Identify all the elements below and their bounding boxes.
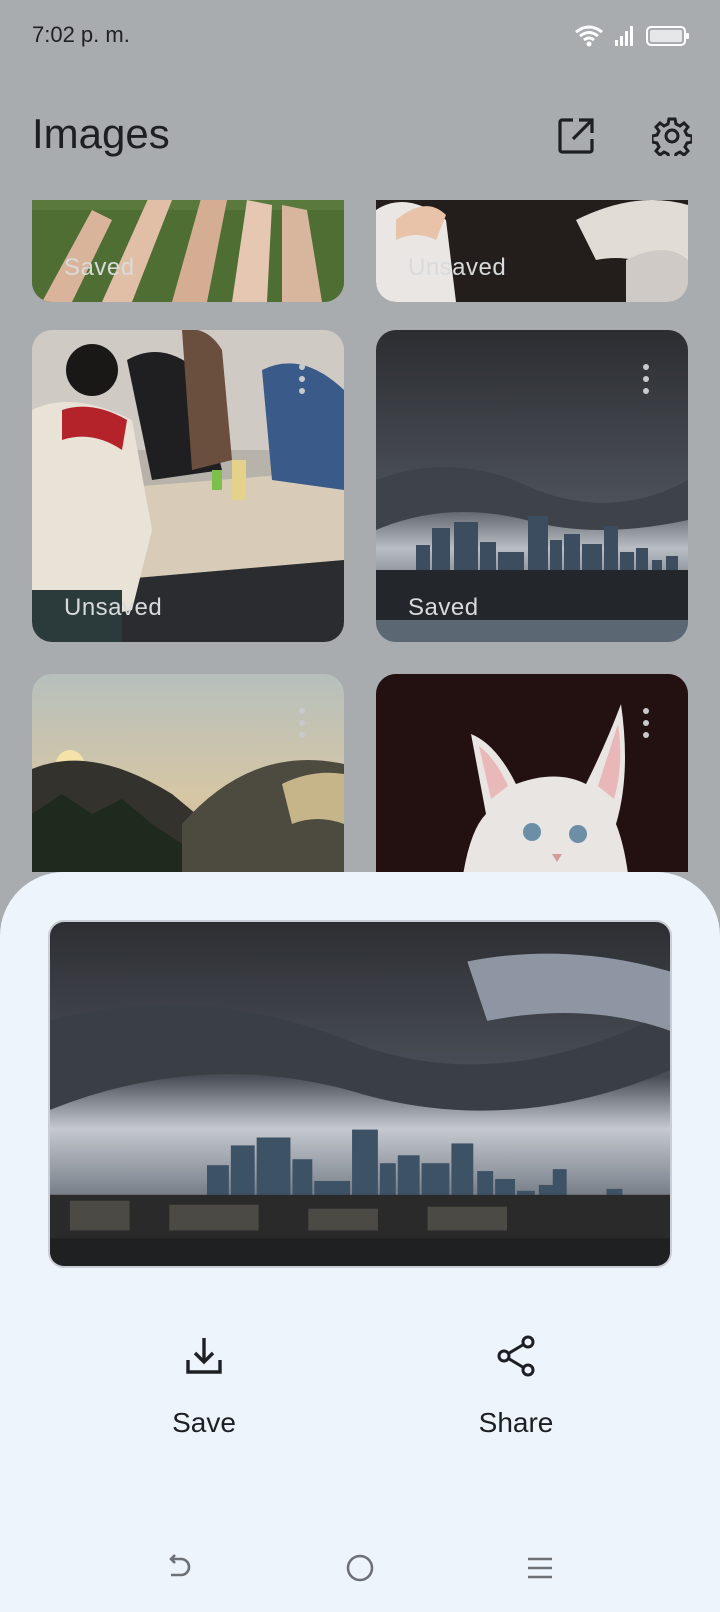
image-grid: Saved Unsaved Unsaved Saved (0, 200, 720, 872)
tile-overflow-menu-button[interactable] (640, 708, 652, 738)
image-thumbnail (376, 674, 688, 872)
app-bar: Images (0, 100, 720, 180)
image-tile[interactable]: Unsaved (32, 330, 344, 642)
image-thumbnail (376, 200, 688, 302)
tile-overflow-menu-button[interactable] (296, 364, 308, 394)
menu-icon (528, 1557, 552, 1579)
settings-button[interactable] (648, 112, 696, 160)
image-tile[interactable]: Saved (32, 200, 344, 302)
nav-menu-button[interactable] (516, 1544, 564, 1592)
image-tile[interactable] (376, 674, 688, 872)
tile-status-label: Unsaved (408, 254, 507, 281)
tile-status-label: Unsaved (64, 594, 163, 621)
settings-gear-icon (652, 117, 692, 156)
share-icon (497, 1335, 535, 1377)
image-preview (48, 920, 672, 1268)
preview-image (50, 922, 670, 1266)
back-icon (169, 1554, 191, 1577)
open-external-button[interactable] (552, 112, 600, 160)
status-time: 7:02 p. m. (32, 22, 130, 47)
save-label: Save (172, 1407, 236, 1438)
page-title: Images (32, 110, 170, 157)
tile-status-label: Saved (408, 594, 479, 621)
status-icons (574, 22, 690, 50)
tile-overflow-menu-button[interactable] (640, 364, 652, 394)
image-tile[interactable] (32, 674, 344, 872)
wifi-icon (575, 25, 603, 47)
image-tile[interactable]: Saved (376, 330, 688, 642)
open-in-new-icon (558, 118, 594, 154)
share-button[interactable]: Share (416, 1332, 616, 1472)
image-thumbnail (32, 200, 344, 302)
signal-icon (615, 26, 633, 46)
bottom-sheet: Save Share (0, 872, 720, 1612)
battery-icon (646, 26, 689, 46)
tile-overflow-menu-button[interactable] (296, 708, 308, 738)
save-button[interactable]: Save (104, 1332, 304, 1472)
nav-back-button[interactable] (154, 1544, 202, 1592)
system-nav-bar (0, 1532, 720, 1612)
home-icon (346, 1554, 374, 1582)
image-thumbnail (32, 674, 344, 872)
download-icon (186, 1338, 222, 1374)
image-tile[interactable]: Unsaved (376, 200, 688, 302)
tile-status-label: Saved (64, 254, 135, 281)
status-bar: 7:02 p. m. (0, 0, 720, 74)
nav-home-button[interactable] (336, 1544, 384, 1592)
share-label: Share (478, 1407, 554, 1438)
